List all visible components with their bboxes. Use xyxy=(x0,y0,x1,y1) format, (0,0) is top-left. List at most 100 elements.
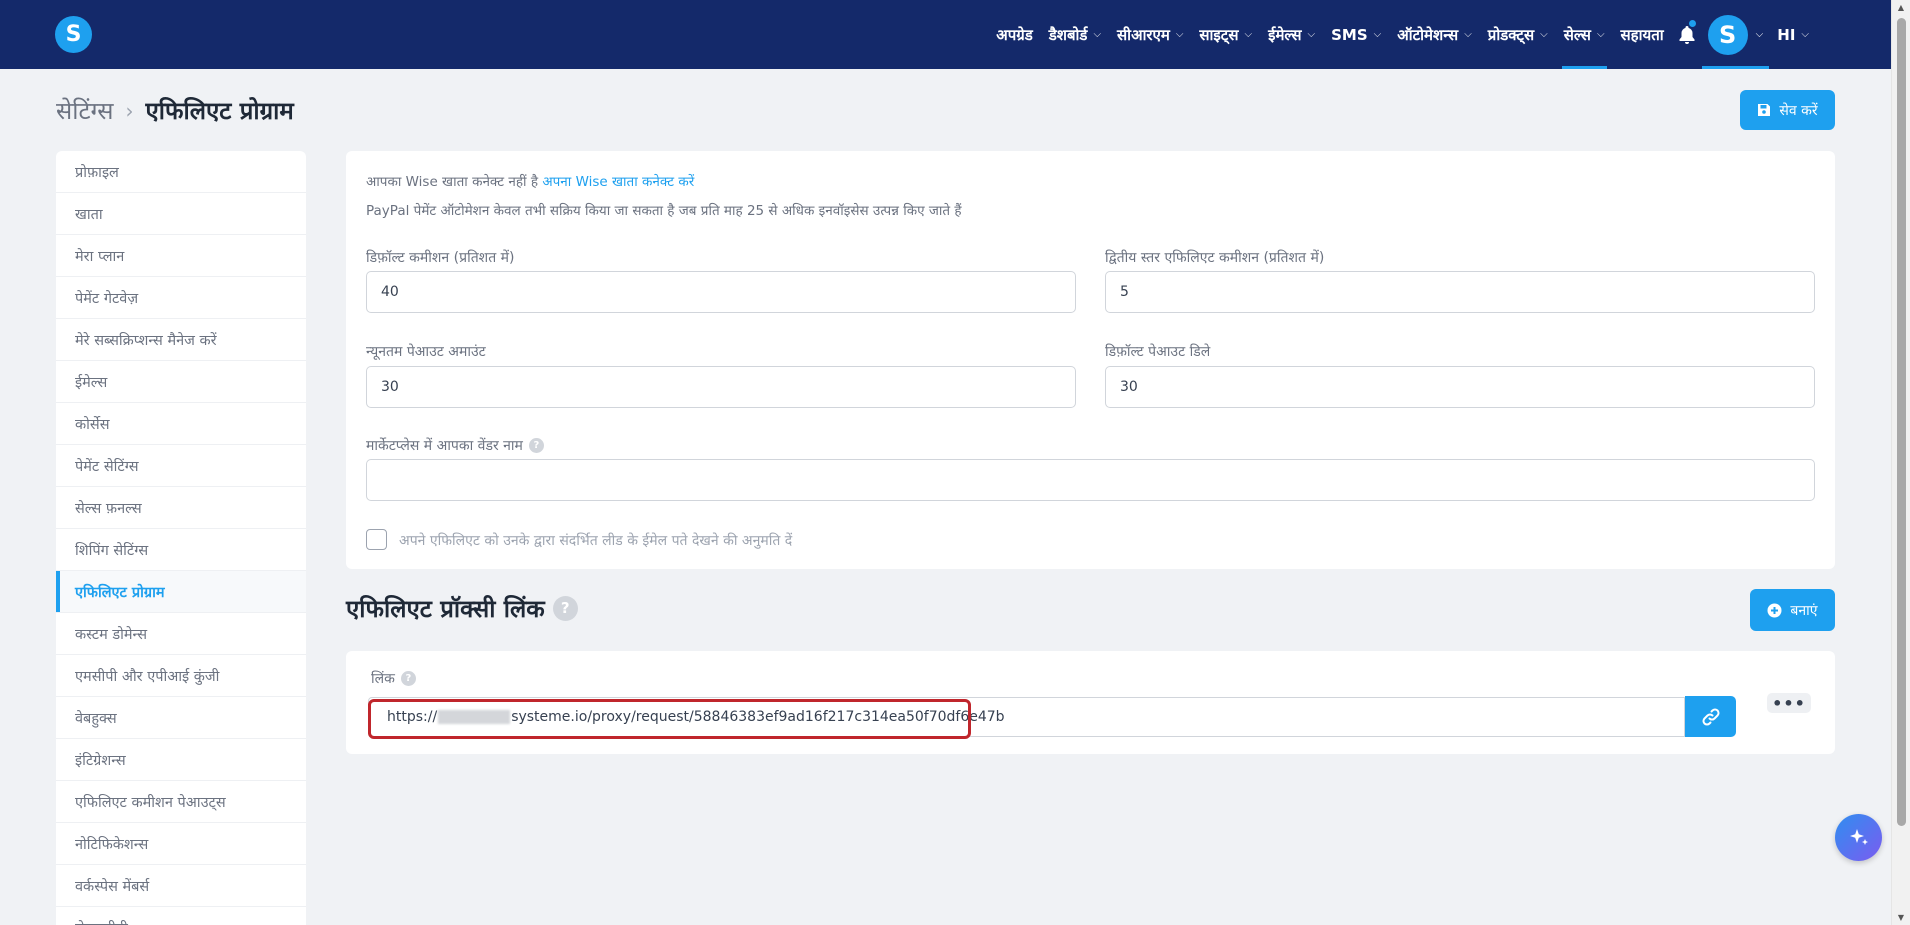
wise-notice-text: आपका Wise खाता कनेक्ट नहीं है xyxy=(366,174,539,190)
nav-label: ईमेल्स xyxy=(1268,25,1302,44)
avatar: S xyxy=(1707,14,1748,55)
proxy-link-section-title: एफिलिएट प्रॉक्सी लिंक ? xyxy=(346,592,578,625)
language-switcher[interactable]: HI ⌵ xyxy=(1769,0,1817,69)
chevron-down-icon: ⌵ xyxy=(1755,29,1764,40)
sidebar-item-notifications[interactable]: नोटिफिकेशन्स xyxy=(56,823,306,865)
chevron-right-icon: › xyxy=(125,98,134,123)
sidebar-item-manage-subscriptions[interactable]: मेरे सब्सक्रिप्शन्स मैनेज करें xyxy=(56,319,306,361)
paypal-notice: PayPal पेमेंट ऑटोमेशन केवल तभी सक्रिय कि… xyxy=(366,203,962,219)
nav-label: ऑटोमेशन्स xyxy=(1397,25,1459,44)
systeme-logo[interactable]: S xyxy=(55,16,92,53)
page-title: एफिलिएट प्रोग्राम xyxy=(145,97,294,125)
main-nav: अपग्रेड डैशबोर्ड ⌵ सीआरएम ⌵ साइट्स ⌵ ईमेल्स… xyxy=(988,0,1817,69)
chevron-down-icon: ⌵ xyxy=(1540,29,1548,40)
nav-label: अपग्रेड xyxy=(996,25,1033,44)
chevron-down-icon: ⌵ xyxy=(1307,29,1316,40)
link-label: लिंक ? xyxy=(371,669,416,688)
settings-sidebar: प्रोफ़ाइल खाता मेरा प्लान पेमेंट गेटवेज़… xyxy=(56,151,306,925)
allow-lead-emails-label: अपने एफिलिएट को उनके द्वारा संदर्भित लीड… xyxy=(399,533,793,549)
sparkle-icon xyxy=(1849,828,1868,845)
proxy-link-title-text: एफिलिएट प्रॉक्सी लिंक xyxy=(346,595,545,623)
create-proxy-link-button[interactable]: बनाएं xyxy=(1750,589,1835,631)
nav-item-sales[interactable]: सेल्स ⌵ xyxy=(1556,0,1613,69)
chevron-down-icon: ⌵ xyxy=(1175,29,1184,40)
sidebar-item-payment-settings[interactable]: पेमेंट सेटिंग्स xyxy=(56,445,306,487)
chevron-down-icon: ⌵ xyxy=(1373,29,1382,40)
nav-label: सहायता xyxy=(1620,25,1664,44)
help-icon[interactable]: ? xyxy=(400,671,416,686)
link-icon xyxy=(1701,707,1720,726)
link-highlight-box xyxy=(368,699,971,739)
nav-label: डैशबोर्ड xyxy=(1048,25,1088,44)
nav-item-sites[interactable]: साइट्स ⌵ xyxy=(1191,0,1260,69)
nav-item-upgrade[interactable]: अपग्रेड xyxy=(988,0,1040,69)
sidebar-item-custom-domains[interactable]: कस्टम डोमेन्स xyxy=(56,613,306,655)
default-commission-label: डिफ़ॉल्ट कमीशन (प्रतिशत में) xyxy=(366,250,515,266)
min-payout-input[interactable] xyxy=(366,366,1076,408)
nav-item-automations[interactable]: ऑटोमेशन्स ⌵ xyxy=(1389,0,1480,69)
ai-assistant-button[interactable] xyxy=(1835,814,1882,861)
sidebar-item-webhooks[interactable]: वेबहुक्स xyxy=(56,697,306,739)
breadcrumb: सेटिंग्स › एफिलिएट प्रोग्राम xyxy=(56,94,294,127)
sidebar-item-my-plan[interactable]: मेरा प्लान xyxy=(56,235,306,277)
nav-item-products[interactable]: प्रोडक्ट्स ⌵ xyxy=(1480,0,1556,69)
nav-item-crm[interactable]: सीआरएम ⌵ xyxy=(1109,0,1191,69)
allow-lead-emails-checkbox[interactable] xyxy=(366,529,387,550)
chevron-down-icon: ⌵ xyxy=(1244,29,1253,40)
nav-label: सीआरएम xyxy=(1117,25,1170,44)
sidebar-item-affiliate-payouts[interactable]: एफिलिएट कमीशन पेआउट्स xyxy=(56,781,306,823)
plus-circle-icon xyxy=(1767,603,1782,617)
top-navbar: S अपग्रेड डैशबोर्ड ⌵ सीआरएम ⌵ साइट्स ⌵ ईमेल… xyxy=(0,0,1891,69)
scroll-down-icon[interactable]: ▼ xyxy=(1892,913,1910,922)
nav-label: SMS xyxy=(1331,25,1368,44)
chevron-down-icon: ⌵ xyxy=(1801,29,1809,40)
save-button[interactable]: सेव करें xyxy=(1740,90,1835,130)
sidebar-item-salesgpt[interactable]: सेल्सजीपी xyxy=(56,907,306,925)
sidebar-item-profile[interactable]: प्रोफ़ाइल xyxy=(56,151,306,193)
second-level-commission-input[interactable] xyxy=(1105,271,1815,313)
more-options-button[interactable]: ••• xyxy=(1767,693,1811,713)
sidebar-item-account[interactable]: खाता xyxy=(56,193,306,235)
scrollbar-thumb[interactable] xyxy=(1897,18,1906,826)
save-button-label: सेव करें xyxy=(1779,102,1818,119)
nav-item-sms[interactable]: SMS ⌵ xyxy=(1323,0,1389,69)
breadcrumb-settings-link[interactable]: सेटिंग्स xyxy=(56,94,114,127)
language-label: HI xyxy=(1777,25,1796,44)
nav-item-help[interactable]: सहायता xyxy=(1613,0,1672,69)
sidebar-item-payment-gateways[interactable]: पेमेंट गेटवेज़ xyxy=(56,277,306,319)
sidebar-item-workspace-members[interactable]: वर्कस्पेस मेंबर्स xyxy=(56,865,306,907)
connect-wise-link[interactable]: अपना Wise खाता कनेक्ट करें xyxy=(542,174,694,190)
copy-link-button[interactable] xyxy=(1685,696,1736,737)
notification-dot xyxy=(1688,20,1696,27)
create-button-label: बनाएं xyxy=(1790,602,1818,619)
page-scrollbar[interactable]: ▲ ▼ xyxy=(1891,0,1910,925)
help-icon[interactable]: ? xyxy=(552,596,578,621)
vendor-name-input[interactable] xyxy=(366,459,1815,501)
chevron-down-icon: ⌵ xyxy=(1596,29,1605,40)
floppy-disk-icon xyxy=(1758,104,1771,116)
sidebar-item-sales-funnels[interactable]: सेल्स फ़नल्स xyxy=(56,487,306,529)
sidebar-item-shipping-settings[interactable]: शिपिंग सेटिंग्स xyxy=(56,529,306,571)
vendor-name-label: मार्केटप्लेस में आपका वेंडर नाम ? xyxy=(366,436,544,455)
help-icon[interactable]: ? xyxy=(528,438,544,453)
chevron-down-icon: ⌵ xyxy=(1093,29,1102,40)
sidebar-item-courses[interactable]: कोर्सेस xyxy=(56,403,306,445)
default-commission-input[interactable] xyxy=(366,271,1076,313)
nav-item-dashboard[interactable]: डैशबोर्ड ⌵ xyxy=(1041,0,1109,69)
user-menu[interactable]: S ⌵ xyxy=(1701,0,1770,69)
scroll-up-icon[interactable]: ▲ xyxy=(1892,3,1910,12)
min-payout-label: न्यूनतम पेआउट अमाउंट xyxy=(366,344,486,360)
notifications-button[interactable] xyxy=(1672,0,1702,69)
sidebar-item-emails[interactable]: ईमेल्स xyxy=(56,361,306,403)
nav-label: सेल्स xyxy=(1563,25,1591,44)
sidebar-item-integrations[interactable]: इंटिग्रेशन्स xyxy=(56,739,306,781)
sidebar-item-affiliate-program[interactable]: एफिलिएट प्रोग्राम xyxy=(56,571,306,613)
sidebar-item-mcp-api-keys[interactable]: एमसीपी और एपीआई कुंजी xyxy=(56,655,306,697)
payout-delay-label: डिफ़ॉल्ट पेआउट डिले xyxy=(1105,344,1211,360)
nav-item-emails[interactable]: ईमेल्स ⌵ xyxy=(1260,0,1323,69)
vendor-name-label-text: मार्केटप्लेस में आपका वेंडर नाम xyxy=(366,438,523,454)
bell-icon xyxy=(1679,25,1695,44)
nav-label: प्रोडक्ट्स xyxy=(1487,25,1535,44)
payout-delay-input[interactable] xyxy=(1105,366,1815,408)
ellipsis-icon: ••• xyxy=(1772,693,1806,713)
